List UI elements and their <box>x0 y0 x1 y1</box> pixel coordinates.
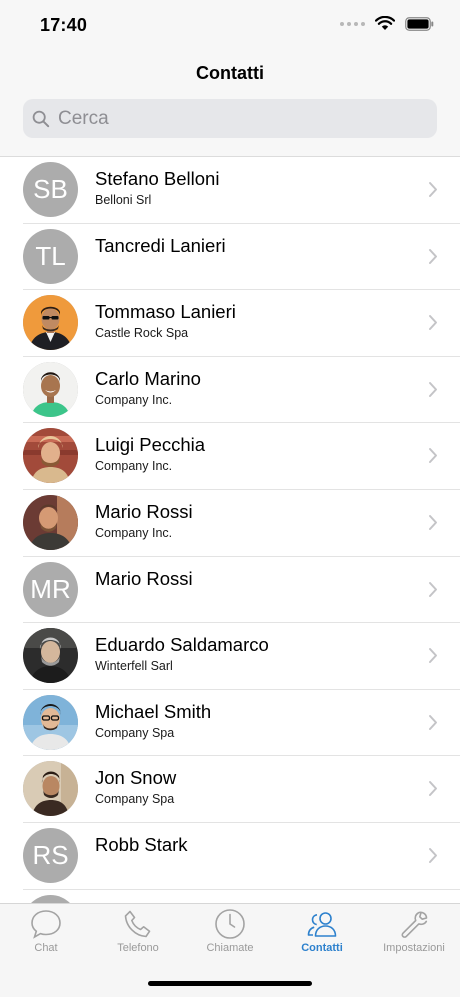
tab-label: Telefono <box>117 942 159 954</box>
contact-name: Luigi Pecchia <box>95 434 206 456</box>
avatar-photo <box>23 295 78 351</box>
search-bar[interactable] <box>23 99 437 138</box>
contact-row[interactable]: Eduardo Saldamarco Winterfell Sarl <box>0 623 460 690</box>
contact-name: Stefano Belloni <box>95 168 220 189</box>
page-title: Contatti <box>196 63 264 83</box>
tab-chat[interactable]: Chat <box>0 906 92 966</box>
tab-phone[interactable]: Telefono <box>92 906 184 966</box>
tab-contacts[interactable]: Contatti <box>276 906 368 966</box>
contact-name: Mario Rossi <box>95 500 193 522</box>
avatar-photo <box>23 761 78 817</box>
status-bar: 17:40 <box>0 0 460 50</box>
chevron-right-icon <box>429 581 437 597</box>
avatar: MR <box>23 561 78 617</box>
avatar-photo <box>23 494 78 550</box>
navigation-header: Contatti <box>0 50 460 157</box>
chevron-right-icon <box>429 448 437 464</box>
contact-row[interactable]: Luigi Pecchia Company Inc. <box>0 423 460 490</box>
contact-company: Castle Rock Spa <box>95 326 189 341</box>
chevron-right-icon <box>429 847 437 863</box>
chevron-right-icon <box>429 248 437 264</box>
contact-name: Jon Snow <box>95 767 177 789</box>
avatar-initials: TL <box>35 240 66 271</box>
wifi-icon <box>375 16 395 30</box>
chevron-right-icon <box>429 781 437 797</box>
contact-name: Robb Stark <box>95 833 188 855</box>
tab-calls[interactable]: Chiamate <box>184 906 276 966</box>
contact-name: Tommaso Lanieri <box>95 301 236 323</box>
chat-bubble-icon <box>31 910 61 939</box>
cellular-signal-icon <box>340 21 365 26</box>
avatar: RS <box>23 827 78 883</box>
contact-name: Tancredi Lanieri <box>95 234 226 256</box>
tab-label: Chiamate <box>206 942 254 954</box>
avatar-initials: MR <box>30 573 71 604</box>
tab-label: Impostazioni <box>383 942 445 954</box>
avatar: SB <box>23 162 78 217</box>
status-time: 17:40 <box>40 15 88 35</box>
contact-list: SB Stefano Belloni Belloni Srl TL Tancre… <box>0 157 460 956</box>
chevron-right-icon <box>429 514 437 530</box>
contact-row[interactable]: Michael Smith Company Spa <box>0 690 460 757</box>
contact-row[interactable]: RS Robb Stark <box>0 823 460 890</box>
contact-name: Mario Rossi <box>95 567 193 589</box>
contact-company: Winterfell Sarl <box>95 659 173 674</box>
chevron-right-icon <box>429 182 437 197</box>
chevron-right-icon <box>429 714 437 730</box>
chevron-right-icon <box>429 381 437 397</box>
contact-row[interactable]: Tommaso Lanieri Castle Rock Spa <box>0 290 460 357</box>
avatar-photo <box>23 628 78 684</box>
avatar-photo <box>23 428 78 484</box>
clock-icon <box>215 909 245 939</box>
avatar-initials: RS <box>32 839 69 870</box>
contact-name: Eduardo Saldamarco <box>95 634 269 656</box>
avatar-photo <box>23 361 78 417</box>
contact-row[interactable]: Jon Snow Company Spa <box>0 756 460 823</box>
contact-row[interactable]: Mario Rossi Company Inc. <box>0 490 460 557</box>
battery-icon <box>405 16 434 31</box>
contact-company: Company Inc. <box>95 392 173 407</box>
tab-settings[interactable]: Impostazioni <box>368 906 460 966</box>
avatar: TL <box>23 228 78 284</box>
contact-company: Company Spa <box>95 725 175 740</box>
phone-icon <box>124 910 151 938</box>
wrench-icon <box>401 911 428 938</box>
search-input[interactable] <box>56 106 420 131</box>
contact-row[interactable]: SB Stefano Belloni Belloni Srl <box>0 157 460 224</box>
contact-name: Michael Smith <box>95 700 212 722</box>
avatar-initials: SB <box>33 174 68 204</box>
contact-company: Company Inc. <box>95 525 173 540</box>
search-icon <box>32 110 50 128</box>
tab-label: Chat <box>34 942 58 954</box>
tab-label: Contatti <box>301 942 343 954</box>
contact-row[interactable]: Carlo Marino Company Inc. <box>0 357 460 424</box>
avatar-photo <box>23 694 78 750</box>
contact-row[interactable]: MR Mario Rossi <box>0 557 460 624</box>
contacts-icon <box>307 912 337 937</box>
chevron-right-icon <box>429 648 437 664</box>
contact-company: Company Spa <box>95 792 175 807</box>
contact-name: Carlo Marino <box>95 367 201 389</box>
status-indicators <box>340 16 434 31</box>
contact-row[interactable]: TL Tancredi Lanieri <box>0 224 460 291</box>
contact-company: Company Inc. <box>95 459 173 474</box>
chevron-right-icon <box>429 315 437 331</box>
contact-company: Belloni Srl <box>95 193 152 207</box>
home-indicator <box>148 981 312 986</box>
